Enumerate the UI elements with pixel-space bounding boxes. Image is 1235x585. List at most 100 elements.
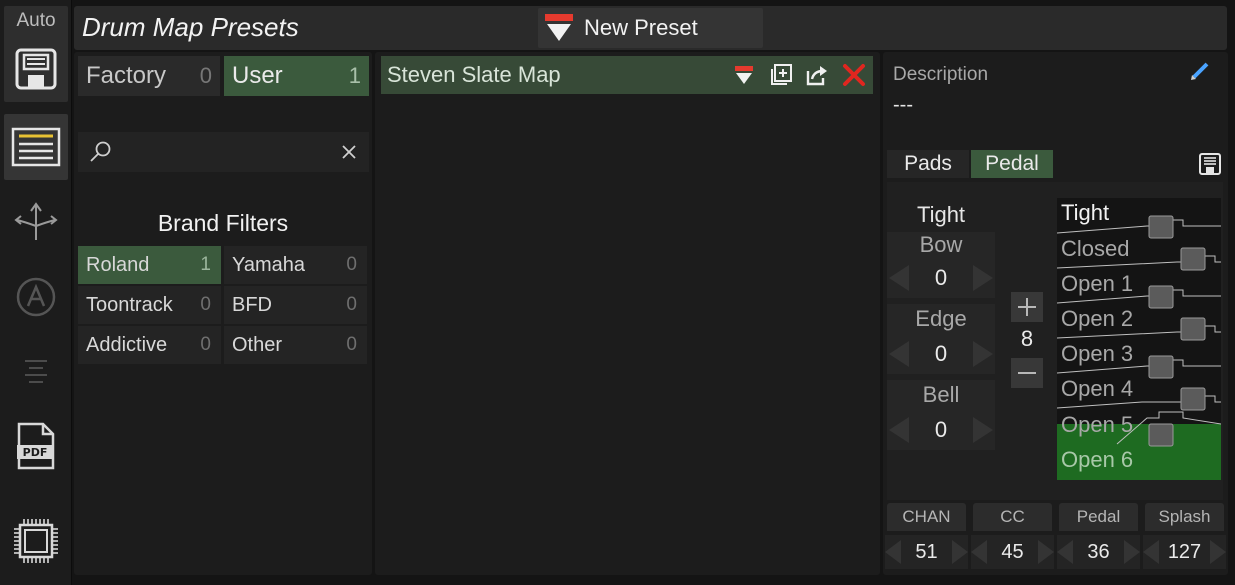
tab-factory[interactable]: Factory 0 bbox=[78, 56, 220, 96]
decrement-arrow[interactable] bbox=[1143, 540, 1159, 564]
zone-edge-value: 0 bbox=[934, 341, 948, 366]
decrement-arrow[interactable] bbox=[885, 540, 901, 564]
decrement-arrow[interactable] bbox=[1057, 540, 1073, 564]
left-toolbar: Auto PDF bbox=[0, 0, 72, 585]
level-label[interactable]: Tight bbox=[1061, 200, 1109, 226]
brand-count: 0 bbox=[346, 334, 357, 355]
tab-pedal[interactable]: Pedal bbox=[971, 150, 1053, 178]
delete-icon[interactable] bbox=[841, 62, 867, 88]
preset-name: Steven Slate Map bbox=[387, 62, 561, 87]
zone-bow-stepper: 0 bbox=[887, 258, 995, 298]
zone-bell-stepper: 0 bbox=[887, 410, 995, 450]
brand-filter-other[interactable]: Other 0 bbox=[224, 326, 367, 364]
save-button[interactable] bbox=[4, 36, 68, 102]
decrement-arrow[interactable] bbox=[889, 341, 909, 367]
lines-button[interactable] bbox=[4, 340, 68, 404]
level-handle[interactable] bbox=[1148, 215, 1174, 239]
brand-filter-toontrack[interactable]: Toontrack 0 bbox=[78, 286, 221, 324]
cc-label: CC bbox=[973, 503, 1052, 531]
page-title: Drum Map Presets bbox=[82, 12, 299, 42]
hardware-button[interactable] bbox=[4, 506, 68, 576]
presets-list-button[interactable] bbox=[4, 114, 68, 180]
increment-arrow[interactable] bbox=[952, 540, 968, 564]
duplicate-icon[interactable] bbox=[769, 63, 793, 87]
plus-button[interactable] bbox=[1011, 292, 1043, 322]
level-label[interactable]: Open 3 bbox=[1061, 341, 1133, 367]
clear-search-icon[interactable] bbox=[342, 145, 356, 159]
pdf-button[interactable]: PDF bbox=[4, 410, 68, 482]
pedal-editor: Tight Bow 0 Edge 0 Bell 0 8 Tight Closed… bbox=[887, 182, 1223, 500]
level-label[interactable]: Open 2 bbox=[1061, 306, 1133, 332]
list-item[interactable]: Steven Slate Map bbox=[381, 56, 873, 94]
brand-filter-bfd[interactable]: BFD 0 bbox=[224, 286, 367, 324]
pedal-level-curve: Tight Closed Open 1 Open 2 Open 3 Open 4… bbox=[1057, 198, 1221, 480]
minus-icon bbox=[1018, 372, 1036, 374]
level-label[interactable]: Open 4 bbox=[1061, 376, 1133, 402]
library-panel: Factory 0 User 1 Brand Filters Roland 1 … bbox=[74, 52, 372, 575]
lines-icon bbox=[25, 360, 47, 383]
brand-name: Addictive bbox=[86, 333, 168, 356]
level-label[interactable]: Open 5 bbox=[1061, 412, 1133, 438]
splash-value: 127 bbox=[1167, 540, 1202, 563]
pdf-icon: PDF bbox=[17, 422, 55, 470]
load-preset-icon[interactable] bbox=[733, 64, 755, 86]
level-label-selected[interactable]: Open 6 bbox=[1061, 447, 1133, 473]
chan-label: CHAN bbox=[887, 503, 966, 531]
routing-button[interactable] bbox=[4, 190, 68, 254]
decrement-arrow[interactable] bbox=[971, 540, 987, 564]
brand-count: 0 bbox=[200, 334, 211, 355]
new-preset-label: New Preset bbox=[584, 15, 698, 40]
decrement-arrow[interactable] bbox=[889, 265, 909, 291]
zone-header: Tight bbox=[916, 202, 966, 227]
brand-count: 1 bbox=[200, 254, 211, 275]
brand-filter-addictive[interactable]: Addictive 0 bbox=[78, 326, 221, 364]
level-label[interactable]: Closed bbox=[1061, 236, 1129, 262]
zone-bow-label: Bow bbox=[887, 232, 995, 258]
assign-icon bbox=[16, 277, 56, 317]
cc-control: CC 45 bbox=[971, 503, 1054, 571]
search-input[interactable] bbox=[118, 138, 328, 166]
assign-button[interactable] bbox=[4, 266, 68, 328]
auto-button[interactable]: Auto bbox=[4, 6, 68, 36]
minus-button[interactable] bbox=[1011, 358, 1043, 388]
export-icon[interactable] bbox=[805, 63, 829, 87]
cc-value: 45 bbox=[1001, 540, 1024, 563]
level-handle[interactable] bbox=[1180, 317, 1206, 341]
chip-icon bbox=[14, 519, 58, 563]
brand-filter-yamaha[interactable]: Yamaha 0 bbox=[224, 246, 367, 284]
description-value: --- bbox=[893, 94, 913, 116]
level-handle[interactable] bbox=[1148, 355, 1174, 379]
increment-arrow[interactable] bbox=[1038, 540, 1054, 564]
search-bar bbox=[78, 132, 369, 172]
increment-arrow[interactable] bbox=[973, 265, 993, 291]
level-handle[interactable] bbox=[1180, 247, 1206, 271]
tab-factory-count: 0 bbox=[199, 63, 212, 88]
zone-bell-value: 0 bbox=[934, 417, 948, 442]
level-handle[interactable] bbox=[1180, 387, 1206, 411]
brand-name: Toontrack bbox=[86, 293, 173, 316]
brand-count: 0 bbox=[346, 294, 357, 315]
brand-name: BFD bbox=[232, 293, 272, 316]
tab-user-count: 1 bbox=[348, 63, 361, 88]
edit-description-icon[interactable] bbox=[1189, 60, 1211, 82]
zone-bell-label: Bell bbox=[887, 380, 995, 410]
chan-control: CHAN 51 bbox=[885, 503, 968, 571]
level-handle[interactable] bbox=[1148, 285, 1174, 309]
brand-filter-roland[interactable]: Roland 1 bbox=[78, 246, 221, 284]
tab-pads[interactable]: Pads bbox=[887, 150, 969, 178]
new-preset-button[interactable]: New Preset bbox=[538, 8, 763, 48]
pdf-icon-text: PDF bbox=[23, 446, 48, 459]
tab-user[interactable]: User 1 bbox=[224, 56, 369, 96]
increment-arrow[interactable] bbox=[973, 341, 993, 367]
increment-arrow[interactable] bbox=[973, 417, 993, 443]
save-mapping-icon[interactable] bbox=[1198, 152, 1222, 176]
level-label[interactable]: Open 1 bbox=[1061, 271, 1133, 297]
header-bar: Drum Map Presets New Preset bbox=[74, 6, 1227, 50]
chan-value: 51 bbox=[915, 540, 938, 563]
increment-arrow[interactable] bbox=[1210, 540, 1226, 564]
decrement-arrow[interactable] bbox=[889, 417, 909, 443]
increment-arrow[interactable] bbox=[1124, 540, 1140, 564]
plus-icon bbox=[1018, 298, 1036, 316]
level-handle[interactable] bbox=[1148, 423, 1174, 447]
splash-control: Splash 127 bbox=[1143, 503, 1226, 571]
